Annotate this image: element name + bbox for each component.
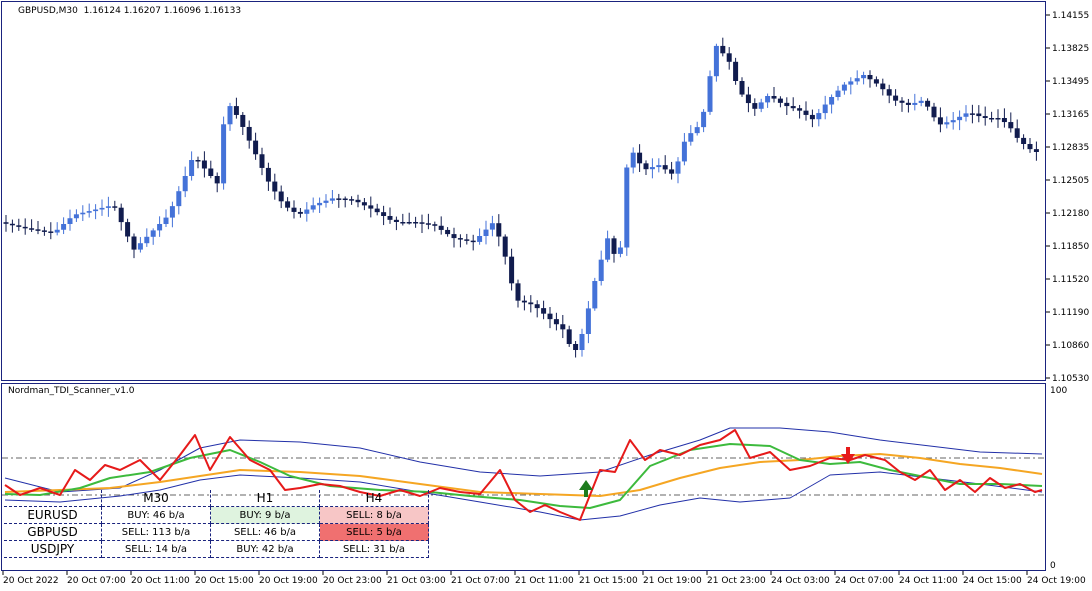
time-tick-label: 24 Oct 07:00 bbox=[835, 576, 894, 586]
scanner-row: EURUSD BUY: 46 b/a BUY: 9 b/a SELL: 8 b/… bbox=[4, 506, 429, 524]
tdi-scanner-table: M30 H1 H4 EURUSD BUY: 46 b/a BUY: 9 b/a … bbox=[4, 490, 429, 558]
signal-cell: SELL: 113 b/a bbox=[101, 523, 211, 541]
scanner-corner bbox=[4, 490, 102, 507]
signal-cell: SELL: 5 b/a bbox=[319, 523, 429, 541]
time-tick-label: 21 Oct 19:00 bbox=[643, 576, 702, 586]
scanner-row: GBPUSD SELL: 113 b/a SELL: 46 b/a SELL: … bbox=[4, 523, 429, 541]
time-tick-label: 21 Oct 15:00 bbox=[579, 576, 638, 586]
time-tick-label: 21 Oct 03:00 bbox=[387, 576, 446, 586]
time-tick-label: 24 Oct 11:00 bbox=[899, 576, 958, 586]
indicator-scale-bottom: 0 bbox=[1050, 561, 1056, 571]
sell-arrow-icon bbox=[841, 447, 855, 464]
signal-cell: BUY: 9 b/a bbox=[210, 506, 320, 524]
signal-cell: SELL: 14 b/a bbox=[101, 540, 211, 558]
time-tick-label: 24 Oct 03:00 bbox=[771, 576, 830, 586]
time-tick-label: 24 Oct 19:00 bbox=[1027, 576, 1086, 586]
pair-label: EURUSD bbox=[4, 506, 102, 524]
time-tick-label: 20 Oct 11:00 bbox=[131, 576, 190, 586]
time-tick-label: 21 Oct 23:00 bbox=[707, 576, 766, 586]
pair-label: USDJPY bbox=[4, 540, 102, 558]
signal-cell: BUY: 46 b/a bbox=[101, 506, 211, 524]
tf-header-h4: H4 bbox=[319, 490, 429, 507]
indicator-name: Nordman_TDI_Scanner_v1.0 bbox=[8, 386, 135, 396]
time-tick-label: 20 Oct 19:00 bbox=[259, 576, 318, 586]
time-tick-label: 20 Oct 15:00 bbox=[195, 576, 254, 586]
pair-label: GBPUSD bbox=[4, 523, 102, 541]
scanner-row: USDJPY SELL: 14 b/a BUY: 42 b/a SELL: 31… bbox=[4, 540, 429, 558]
signal-cell: BUY: 42 b/a bbox=[210, 540, 320, 558]
time-tick-label: 21 Oct 07:00 bbox=[451, 576, 510, 586]
tf-header-h1: H1 bbox=[210, 490, 320, 507]
signal-cell: SELL: 31 b/a bbox=[319, 540, 429, 558]
indicator-scale-top: 100 bbox=[1050, 386, 1067, 396]
time-tick-label: 20 Oct 2022 bbox=[3, 576, 59, 586]
scanner-header-row: M30 H1 H4 bbox=[4, 490, 429, 507]
signal-cell: SELL: 8 b/a bbox=[319, 506, 429, 524]
time-tick-label: 24 Oct 15:00 bbox=[963, 576, 1022, 586]
time-tick-label: 21 Oct 11:00 bbox=[515, 576, 574, 586]
tf-header-m30: M30 bbox=[101, 490, 211, 507]
time-tick-label: 20 Oct 23:00 bbox=[323, 576, 382, 586]
signal-cell: SELL: 46 b/a bbox=[210, 523, 320, 541]
time-tick-label: 20 Oct 07:00 bbox=[67, 576, 126, 586]
